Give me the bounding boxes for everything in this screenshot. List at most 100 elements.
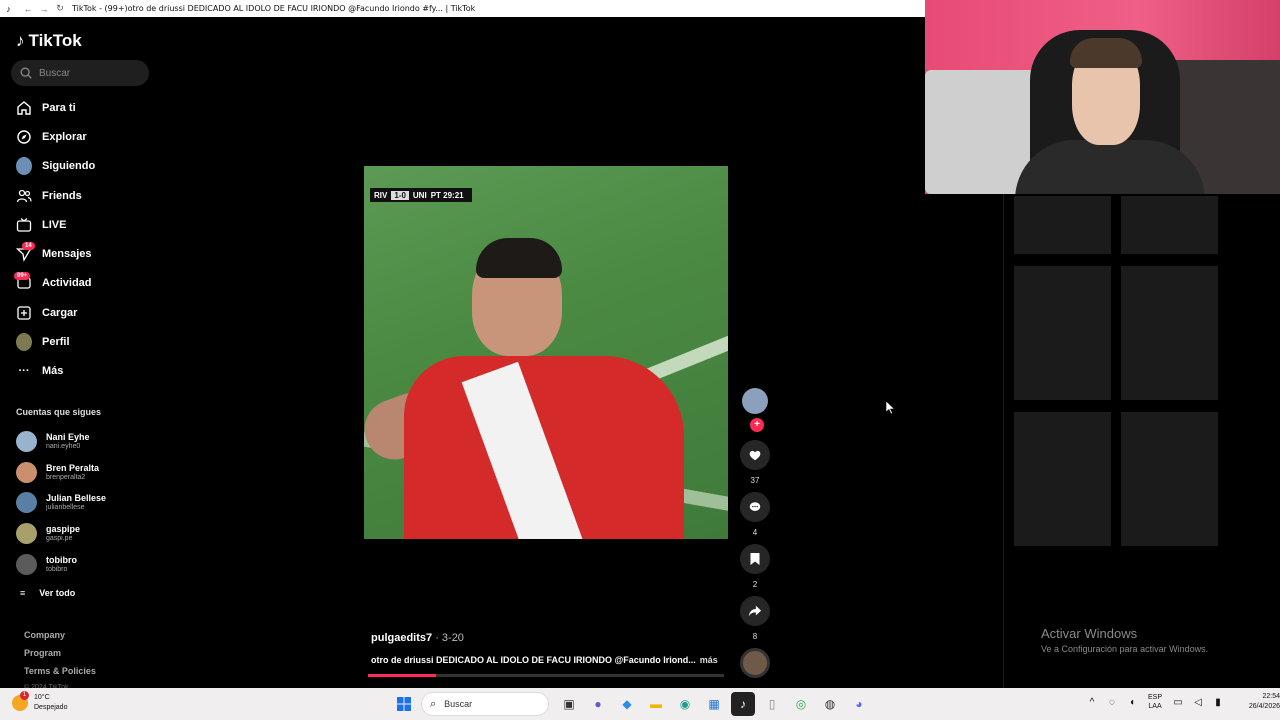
discord-icon[interactable]: ◕ (847, 692, 871, 716)
footer-terms-link[interactable]: Terms & Policies (24, 666, 96, 684)
follow-plus-button[interactable]: + (750, 418, 764, 432)
placeholder-tile (1014, 412, 1111, 546)
author-avatar[interactable]: + (742, 388, 768, 432)
search-input[interactable]: Buscar (11, 60, 149, 86)
share-icon (748, 605, 762, 617)
like-button[interactable] (740, 440, 770, 470)
nav-item-mas[interactable]: ··· Más (0, 357, 165, 386)
logo-text: TikTok (28, 31, 82, 50)
video-author[interactable]: pulgaedits7 (371, 632, 432, 644)
nav-item-friends[interactable]: Friends (0, 181, 165, 210)
video-date: · 3-20 (435, 632, 464, 644)
browser-titlebar: ♪ ← → ↻ TikTok - (99+)otro de driussi DE… (0, 0, 925, 17)
score-time: PT 29:21 (430, 190, 464, 200)
account-avatar (16, 461, 37, 483)
placeholder-tile (1014, 266, 1111, 400)
obs-icon[interactable]: ◍ (818, 692, 842, 716)
clock-date: 26/4/2026 (1248, 703, 1280, 710)
display-icon[interactable]: ▭ (1168, 697, 1188, 708)
mouse-cursor-icon (886, 401, 896, 415)
comment-button[interactable] (740, 492, 770, 522)
account-username: nani.eyhe0 (46, 442, 81, 450)
footer-company-link[interactable]: Company (24, 630, 96, 648)
see-all-button[interactable]: ≡ Ver todo (20, 588, 75, 598)
tiktok-app-icon[interactable]: ♪ (731, 692, 755, 716)
nav-label: Actividad (42, 277, 92, 290)
share-button[interactable] (740, 596, 770, 626)
network-tray-icon[interactable]: ◌ (1102, 697, 1122, 708)
activity-badge: 99+ (14, 271, 31, 280)
copilot-icon[interactable]: ◆ (615, 692, 639, 716)
nav-item-cargar[interactable]: Cargar (0, 298, 165, 327)
back-arrow-icon[interactable]: ← (20, 4, 36, 14)
tray-overflow-icon[interactable]: ^ (1082, 697, 1102, 708)
nav-item-actividad[interactable]: 99+ Actividad (0, 269, 165, 298)
account-name: tobibro (46, 554, 77, 565)
nav-item-para-ti[interactable]: Para ti (0, 93, 165, 122)
following-section-title: Cuentas que sigues (16, 407, 102, 417)
weather-widget[interactable]: 1 10°C Despejado (12, 691, 67, 713)
account-avatar (16, 553, 37, 575)
sound-disc[interactable] (740, 648, 770, 678)
lang-top: ESP (1148, 694, 1163, 701)
taskbar-clock[interactable]: 22:54 26/4/2026 (1238, 692, 1280, 712)
tiktok-logo[interactable]: ♪ TikTok (16, 31, 82, 51)
store-icon[interactable]: ▦ (702, 692, 726, 716)
activation-title: Activar Windows (1041, 626, 1138, 641)
volume-icon[interactable]: ◁ (1188, 697, 1208, 708)
friends-icon (16, 188, 32, 204)
placeholder-tile (1121, 196, 1218, 254)
video-player[interactable]: RIV 1-0 UNI PT 29:21 (364, 166, 728, 539)
nav-item-live[interactable]: LIVE (0, 210, 165, 239)
tiktok-favicon-icon: ♪ (6, 3, 11, 14)
nav-label: LIVE (42, 218, 67, 231)
chrome-icon[interactable]: ◎ (789, 692, 813, 716)
teams-icon[interactable]: ● (586, 692, 610, 716)
like-count: 37 (750, 476, 760, 485)
panel-divider (1003, 194, 1004, 688)
account-avatar (16, 522, 37, 544)
see-all-label: Ver todo (39, 588, 76, 598)
more-link[interactable]: más (700, 655, 718, 665)
task-view-icon[interactable]: ▣ (557, 692, 581, 716)
account-name: Julian Bellese (46, 493, 107, 504)
video-progress-bar[interactable] (368, 674, 724, 677)
nav-item-explorar[interactable]: Explorar (0, 122, 165, 151)
following-account[interactable]: Nani Eyhe nani.eyhe0 (16, 426, 165, 457)
footer-links: Company Program Terms & Policies © 2024 … (24, 630, 96, 692)
browser-tab-title: TikTok - (99+)otro de driussi DEDICADO A… (72, 4, 476, 13)
score-home-team: RIV (374, 190, 388, 200)
notepad-icon[interactable]: ▯ (760, 692, 784, 716)
nav-item-perfil[interactable]: Perfil (0, 327, 165, 356)
windows-activation-watermark: Activar Windows Ve a Configuración para … (1041, 626, 1208, 654)
language-indicator[interactable]: ESP LAA (1148, 693, 1162, 711)
battery-icon[interactable]: ▮ (1208, 697, 1228, 708)
microphone-icon[interactable]: ◖ (1122, 697, 1142, 708)
following-account[interactable]: Julian Bellese julianbellese (16, 487, 165, 518)
nav-item-siguiendo[interactable]: Siguiendo (0, 152, 165, 181)
windows-start-icon[interactable] (392, 692, 416, 716)
taskbar-search-label: Buscar (444, 699, 473, 709)
nav-label: Cargar (42, 306, 78, 319)
video-description: otro de driussi DEDICADO AL IDOLO DE FAC… (371, 655, 696, 665)
edge-icon[interactable]: ◉ (673, 692, 697, 716)
upload-icon (16, 305, 32, 321)
search-icon: ⌕ (430, 697, 437, 710)
following-account[interactable]: tobibro tobibro (16, 549, 165, 580)
nav-label: Más (42, 365, 64, 378)
reload-icon[interactable]: ↻ (52, 3, 68, 14)
file-explorer-icon[interactable]: ▬ (644, 692, 668, 716)
following-account[interactable]: Bren Peralta brenperalta2 (16, 457, 165, 488)
account-username: brenperalta2 (46, 473, 86, 481)
main-nav: Para ti Explorar Siguiendo Friends LIVE … (0, 93, 165, 386)
account-name: gaspipe (46, 523, 81, 534)
footer-program-link[interactable]: Program (24, 648, 96, 666)
forward-arrow-icon[interactable]: → (36, 4, 52, 14)
following-account[interactable]: gaspipe gaspi.pe (16, 518, 165, 549)
heart-icon (749, 450, 761, 461)
nav-item-mensajes[interactable]: 14 Mensajes (0, 239, 165, 268)
share-count: 8 (752, 632, 758, 641)
save-button[interactable] (740, 544, 770, 574)
taskbar-search[interactable]: ⌕ Buscar (421, 692, 549, 716)
video-actions: + 37 4 2 8 (740, 388, 770, 648)
